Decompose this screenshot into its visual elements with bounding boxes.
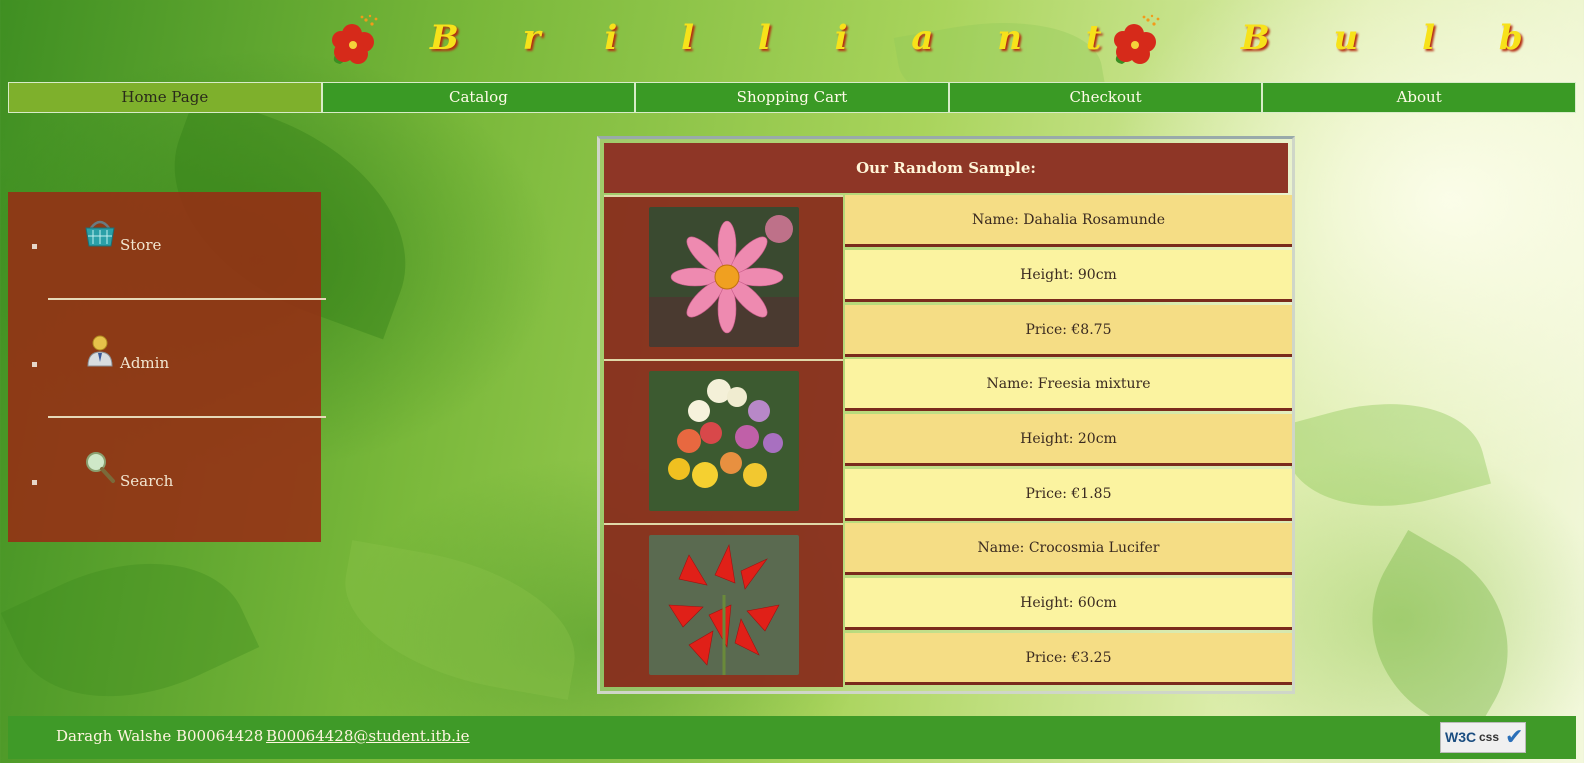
list-bullet bbox=[32, 480, 37, 485]
product-price: Price: €1.85 bbox=[845, 469, 1292, 521]
sidebar-item-search[interactable]: Search bbox=[8, 428, 321, 546]
list-bullet bbox=[32, 244, 37, 249]
sidebar-item-label: Store bbox=[120, 236, 162, 254]
divider bbox=[48, 298, 326, 300]
sidebar-item-label: Search bbox=[120, 472, 174, 490]
nav-checkout[interactable]: Checkout bbox=[948, 82, 1263, 113]
product-row: Name: Crocosmia Lucifer Height: 60cm Pri… bbox=[604, 523, 1292, 687]
product-name: Name: Crocosmia Lucifer bbox=[845, 523, 1292, 575]
product-price: Price: €3.25 bbox=[845, 633, 1292, 685]
sidebar-item-label: Admin bbox=[120, 354, 170, 372]
site-header: B r i l l i a n t B u l b s bbox=[0, 0, 1584, 80]
sample-heading: Our Random Sample: bbox=[604, 143, 1288, 193]
magnifier-icon bbox=[86, 452, 115, 483]
product-row: Name: Freesia mixture Height: 20cm Price… bbox=[604, 359, 1292, 523]
nav-shopping-cart[interactable]: Shopping Cart bbox=[635, 82, 949, 113]
divider bbox=[48, 416, 326, 418]
background-leaf bbox=[1279, 377, 1491, 533]
pink-dahlia-photo[interactable] bbox=[649, 207, 799, 347]
product-price: Price: €8.75 bbox=[845, 305, 1292, 357]
main-navigation: Home Page Catalog Shopping Cart Checkout… bbox=[8, 82, 1576, 113]
red-crocosmia-photo[interactable] bbox=[649, 535, 799, 675]
background-leaf bbox=[1333, 530, 1547, 740]
user-icon bbox=[87, 335, 113, 367]
hibiscus-icon bbox=[1114, 14, 1160, 64]
checkmark-icon: ✔ bbox=[1505, 724, 1524, 749]
background-leaf bbox=[331, 540, 589, 700]
nav-about[interactable]: About bbox=[1262, 82, 1576, 113]
product-image-cell bbox=[604, 195, 843, 359]
email-link[interactable]: B00064428@student.itb.ie bbox=[266, 727, 470, 745]
product-height: Height: 60cm bbox=[845, 578, 1292, 630]
list-bullet bbox=[32, 362, 37, 367]
product-height: Height: 90cm bbox=[845, 250, 1292, 302]
basket-icon bbox=[85, 220, 115, 247]
nav-home-page[interactable]: Home Page bbox=[8, 82, 322, 113]
product-image-cell bbox=[604, 359, 843, 523]
site-title: B r i l l i a n t B u l b s bbox=[430, 18, 1584, 58]
sidebar-item-store[interactable]: Store bbox=[8, 192, 321, 310]
background-leaf bbox=[0, 520, 260, 740]
product-row: Name: Dahalia Rosamunde Height: 90cm Pri… bbox=[604, 195, 1292, 359]
freesia-photo[interactable] bbox=[649, 371, 799, 511]
product-name: Name: Dahalia Rosamunde bbox=[845, 195, 1292, 247]
author-credit: Daragh Walshe B00064428 bbox=[56, 727, 264, 745]
hibiscus-icon bbox=[332, 14, 378, 64]
random-sample-table: Our Random Sample: Name: Dahalia Rosamun… bbox=[597, 136, 1295, 694]
w3c-css-badge[interactable]: W3C css ✔ bbox=[1440, 722, 1526, 753]
product-height: Height: 20cm bbox=[845, 414, 1292, 466]
w3c-logo-text: W3C bbox=[1445, 729, 1477, 745]
nav-catalog[interactable]: Catalog bbox=[321, 82, 636, 113]
sidebar-menu: Store Admin Search bbox=[8, 192, 326, 542]
css-label: css bbox=[1479, 730, 1500, 744]
site-footer: Daragh Walshe B00064428 B00064428@studen… bbox=[8, 716, 1576, 759]
sidebar-item-admin[interactable]: Admin bbox=[8, 310, 321, 428]
product-image-cell bbox=[604, 523, 843, 687]
product-name: Name: Freesia mixture bbox=[845, 359, 1292, 411]
